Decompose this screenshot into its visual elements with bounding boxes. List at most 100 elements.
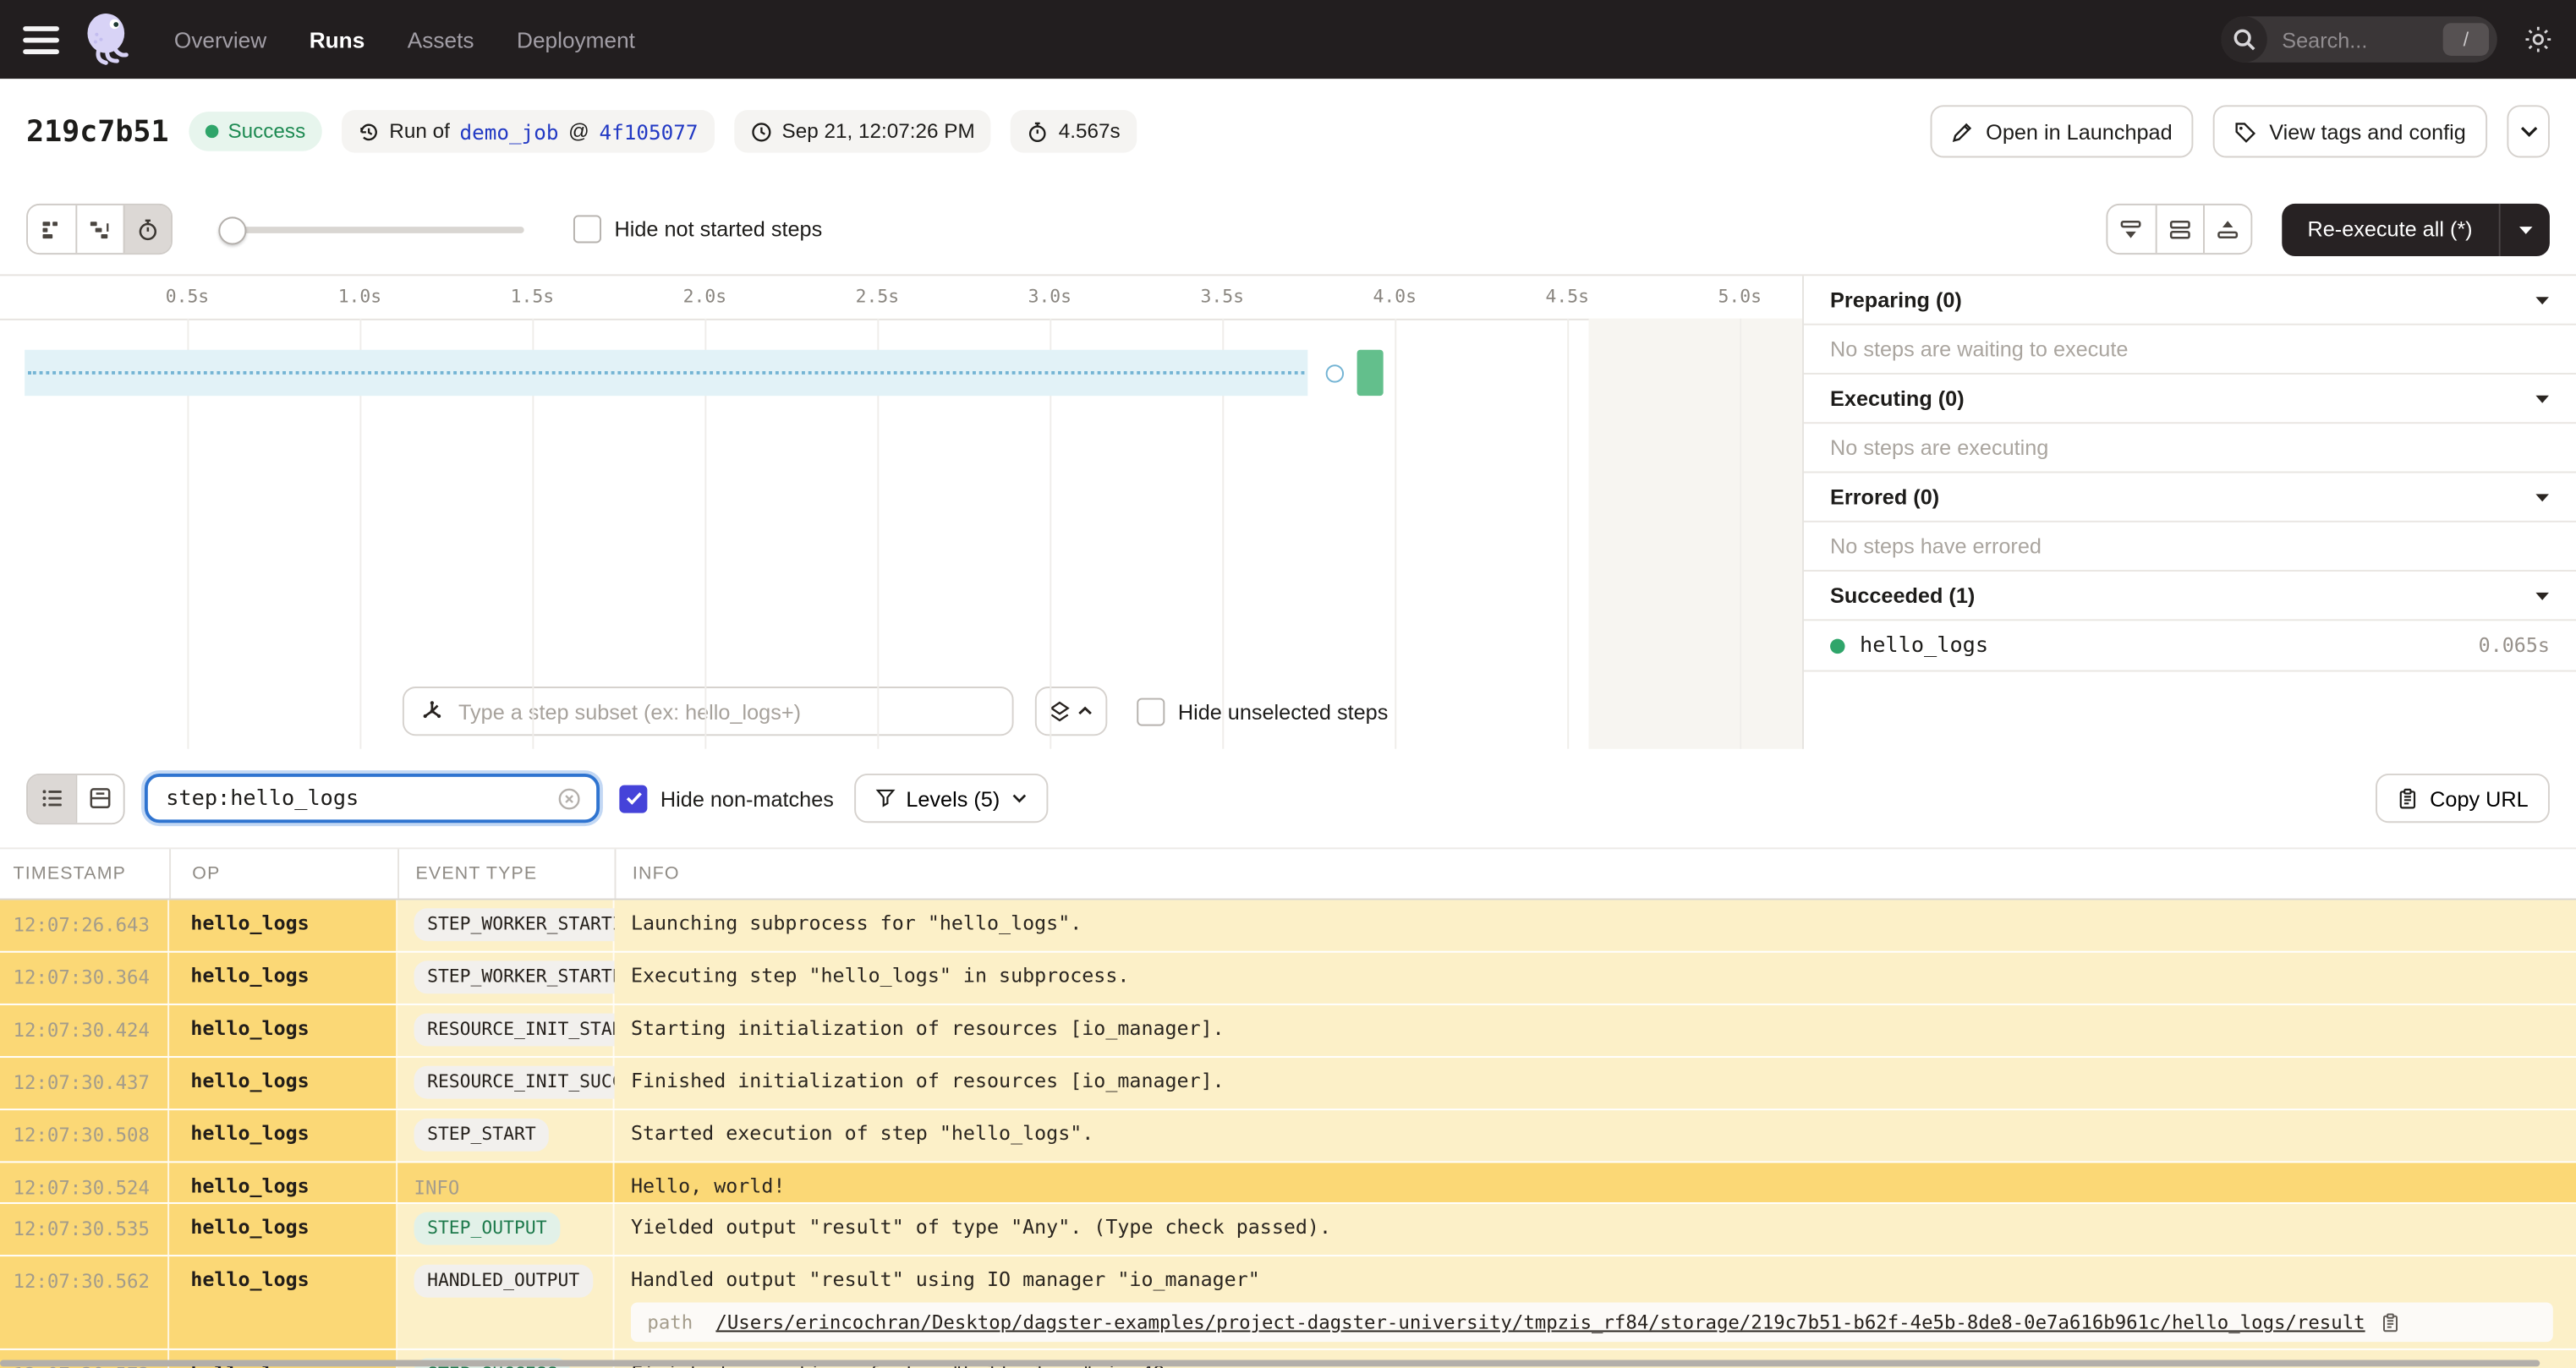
log-position-group [2105,203,2252,255]
hide-not-started-label: Hide not started steps [614,216,823,242]
unstructured-logs-button[interactable] [28,774,76,823]
split-view-button[interactable] [2154,205,2203,254]
search-input[interactable] [2278,25,2433,54]
step-status-panel: Preparing (0) No steps are waiting to exe… [1802,276,2576,749]
log-row[interactable]: 12:07:30.562 hello_logs HANDLED_OUTPUT Hand… [0,1256,2576,1350]
job-link[interactable]: demo_job [460,119,559,144]
nav-item-runs[interactable]: Runs [310,27,365,52]
chevron-down-icon [2519,125,2537,139]
log-message: Yielded output "result" of type "Any". (… [630,1215,1332,1239]
axis-tick: 0.5s [165,286,210,308]
copy-path-icon[interactable] [2380,1311,2399,1332]
log-message: Launching subprocess for "hello_logs". [630,911,1082,935]
gantt-zoom-slider[interactable] [218,216,524,244]
panel-empty-message: No steps have errored [1803,523,2576,572]
caret-down-icon [2535,492,2549,502]
nav-item-overview[interactable]: Overview [174,27,266,52]
panel-step-row[interactable]: hello_logs 0.065s [1803,621,2576,672]
clock-icon [751,121,772,142]
gantt-time-axis: 0.5s 1.0s 1.5s 2.0s 2.5s 3.0s 3.5s 4.0s 4.5s 5.0s [0,276,1803,320]
log-row[interactable]: 12:07:30.508 hello_logs STEP_START Started … [0,1110,2576,1163]
hide-not-started-checkbox[interactable] [573,215,601,244]
axis-tick: 5.0s [1718,286,1762,308]
clear-filter-icon[interactable] [557,786,582,811]
log-table-rows: 12:07:26.643 hello_logs STEP_WORKER_STARTI… [0,900,2576,1368]
log-event-type: STEP_OUTPUT [397,1203,615,1256]
duration-tag: 4.567s [1011,110,1137,153]
search-icon [2221,16,2267,63]
hide-unselected-checkbox[interactable] [1137,697,1165,725]
pencil-icon [1951,121,1972,142]
axis-tick: 4.0s [1373,286,1417,308]
path-link[interactable]: /Users/erincochran/Desktop/dagster-examp… [715,1311,2365,1333]
structured-logs-button[interactable] [75,774,123,823]
history-icon [358,121,379,142]
log-row[interactable]: 12:07:26.643 hello_logs STEP_WORKER_STARTI… [0,900,2576,953]
timestamp-tag: Sep 21, 12:07:26 PM [734,110,992,153]
menu-icon[interactable] [23,25,59,54]
log-row[interactable]: 12:07:30.535 hello_logs STEP_OUTPUT Yielded… [0,1203,2576,1257]
status-dot-icon [205,124,218,139]
hide-non-matches-checkbox[interactable] [619,784,648,813]
log-timestamp: 12:07:30.562 [0,1256,170,1349]
log-timestamp: 12:07:30.424 [0,1004,170,1057]
panel-section-title: Preparing (0) [1830,287,1962,313]
waterfall-view-button[interactable] [75,205,123,254]
horizontal-scrollbar[interactable] [0,1360,2540,1367]
run-header: 219c7b51 Success Run of demo_job @ 4f105… [0,79,2576,184]
slider-knob[interactable] [218,216,247,244]
log-info: Starting initialization of resources [io… [614,1004,2576,1057]
success-dot-icon [1830,637,1845,654]
hide-non-matches-label: Hide non-matches [660,785,834,811]
step-execution-bar[interactable] [1357,349,1383,397]
log-row[interactable]: 12:07:30.424 hello_logs RESOURCE_INIT_STAR… [0,1004,2576,1059]
gridline [1740,318,1742,749]
graph-query-toggle-button[interactable] [1034,687,1108,736]
log-row[interactable]: 12:07:30.437 hello_logs RESOURCE_INIT_SUCC… [0,1058,2576,1111]
panel-section-header[interactable]: Errored (0) [1803,473,2576,523]
levels-filter-button[interactable]: Levels (5) [853,773,1048,824]
open-in-launchpad-button[interactable]: Open in Launchpad [1930,105,2194,158]
panel-section-title: Executing (0) [1830,386,1965,411]
panel-section-header[interactable]: Executing (0) [1803,375,2576,424]
gantt-toolbar: Hide not started steps Re-execute all (*… [0,183,2576,275]
view-tags-config-button[interactable]: View tags and config [2213,105,2488,158]
collapse-down-button[interactable] [2107,205,2155,254]
log-toolbar: Hide non-matches Levels (5) Copy URL [0,748,2576,848]
event-type-badge: STEP_OUTPUT [414,1212,561,1245]
panel-section-title: Succeeded (1) [1830,583,1976,608]
dagster-logo[interactable] [79,10,138,69]
panel-section-header[interactable]: Succeeded (1) [1803,572,2576,621]
timed-view-button[interactable] [123,205,172,254]
nav-item-assets[interactable]: Assets [408,27,474,52]
flat-view-button[interactable] [28,205,76,254]
panel-section-header[interactable]: Preparing (0) [1803,276,2576,326]
snapshot-link[interactable]: 4f105077 [600,119,699,144]
reexecute-button-group: Re-execute all (*) [2281,202,2550,256]
global-search[interactable]: / [2221,16,2497,63]
step-subset-input-wrap [402,687,1014,736]
funnel-icon [874,788,895,807]
axis-tick: 4.5s [1545,286,1589,308]
log-filter-input[interactable] [162,784,557,813]
nav-links: Overview Runs Assets Deployment [174,27,635,52]
log-info: Executing step "hello_logs" in subproces… [614,952,2576,1004]
step-waiting-bar[interactable] [25,349,1309,397]
step-subset-input[interactable] [455,697,996,725]
log-message: Finished initialization of resources [io… [630,1069,1225,1092]
run-actions-menu-button[interactable] [2507,105,2550,158]
reexecute-all-button[interactable]: Re-execute all (*) [2281,203,2498,255]
log-message: Executing step "hello_logs" in subproces… [630,964,1130,988]
copy-url-button[interactable]: Copy URL [2376,773,2550,824]
log-row[interactable]: 12:07:30.524 hello_logs INFO Hello, world! [0,1163,2576,1204]
gear-icon[interactable] [2524,25,2553,54]
log-event-type: STEP_START [397,1110,615,1162]
reexecute-menu-button[interactable] [2501,203,2550,255]
run-logs-section: Hide non-matches Levels (5) Copy URL TIM… [0,748,2576,1368]
nav-item-deployment[interactable]: Deployment [517,27,635,52]
log-info: Launching subprocess for "hello_logs". [614,900,2576,951]
log-row[interactable]: 12:07:30.364 hello_logs STEP_WORKER_STARTE… [0,952,2576,1005]
expand-up-button[interactable] [2202,205,2250,254]
run-id: 219c7b51 [26,114,169,149]
log-info: Handled output "result" using IO manager… [614,1256,2576,1349]
